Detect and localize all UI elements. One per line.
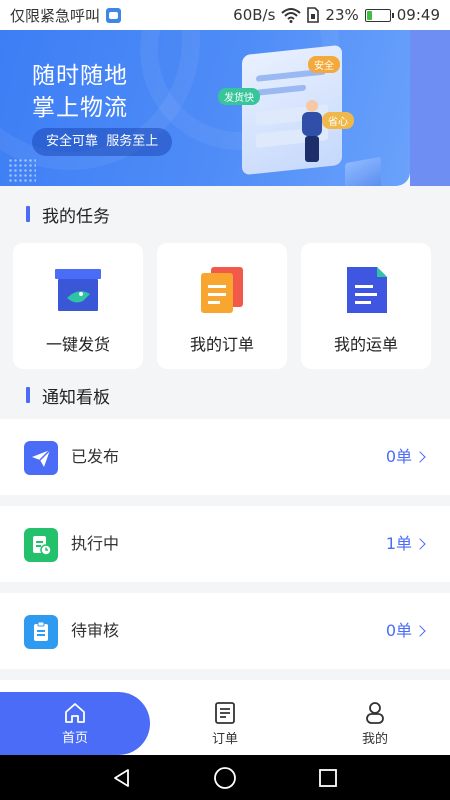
tab-mine[interactable]: 我的 (300, 692, 450, 755)
banner-title-line2: 掌上物流 (32, 95, 128, 121)
waybill-document-icon (347, 267, 387, 313)
notice-label: 已发布 (71, 447, 120, 466)
promo-banner[interactable]: 随时随地 掌上物流 安全可靠 服务至上 发货快 安全 省心 (0, 30, 410, 186)
task-label: 我的订单 (189, 335, 254, 354)
notice-count: 0单 (385, 419, 426, 495)
tab-label: 首页 (61, 730, 88, 746)
notice-row-pending-review[interactable]: 待审核 0单 (0, 593, 450, 669)
cube-illustration (345, 156, 381, 186)
carrier-status-text: 仅限紧急呼叫 (10, 6, 101, 25)
my-tasks-header: 我的任务 (26, 202, 110, 227)
section-marker (26, 387, 30, 403)
system-navigation-bar (0, 755, 450, 800)
task-label: 一键发货 (45, 335, 110, 354)
back-icon[interactable] (111, 767, 133, 789)
battery-icon (364, 8, 394, 22)
battery-level (366, 10, 372, 20)
paper-plane-icon (24, 441, 58, 475)
task-label: 我的运单 (333, 335, 398, 354)
count-value: 0单 (385, 447, 412, 466)
home-icon (65, 702, 85, 723)
battery-percent: 23% (325, 6, 359, 24)
section-marker (26, 206, 30, 222)
tab-label: 订单 (211, 731, 238, 747)
banner-title-line1: 随时随地 (32, 63, 128, 89)
order-documents-icon (201, 267, 243, 313)
notice-board-header: 通知看板 (26, 383, 110, 408)
illustration-tag-safe: 安全 (308, 56, 340, 73)
home-circle-icon[interactable] (213, 766, 237, 790)
clipboard-icon (24, 615, 58, 649)
notice-row-published[interactable]: 已发布 0单 (0, 419, 450, 495)
banner-side-strip (410, 30, 450, 186)
notice-row-partial (0, 680, 450, 692)
notice-label: 待审核 (71, 621, 120, 640)
task-my-orders[interactable]: 我的订单 (157, 243, 287, 369)
tab-orders[interactable]: 订单 (150, 692, 300, 755)
recent-apps-icon[interactable] (317, 767, 339, 789)
sim-card-icon (307, 7, 320, 23)
gallery-notification-icon (106, 7, 122, 23)
illustration-tag-worry-free: 省心 (322, 112, 354, 129)
profile-icon (366, 701, 384, 724)
wifi-icon (281, 8, 302, 23)
banner-slogan: 安全可靠 服务至上 (32, 128, 173, 156)
chevron-right-icon (414, 625, 426, 637)
tab-home[interactable]: 首页 (0, 692, 150, 755)
document-in-progress-icon (24, 528, 58, 562)
section-title: 通知看板 (42, 387, 110, 408)
shipping-box-icon (55, 269, 101, 311)
status-right: 60B/s 23% 09:49 (233, 6, 440, 24)
task-my-waybills[interactable]: 我的运单 (301, 243, 431, 369)
task-one-click-ship[interactable]: 一键发货 (13, 243, 143, 369)
network-speed: 60B/s (233, 6, 276, 24)
notice-count: 1单 (385, 506, 426, 582)
section-title: 我的任务 (42, 206, 110, 227)
person-illustration (298, 100, 326, 164)
notice-row-in-progress[interactable]: 执行中 1单 (0, 506, 450, 582)
status-bar: 仅限紧急呼叫 60B/s 23% 09:49 (0, 0, 450, 30)
count-value: 1单 (385, 534, 412, 553)
chevron-right-icon (414, 538, 426, 550)
illustration-tag-fast: 发货快 (218, 88, 260, 105)
tab-label: 我的 (361, 731, 388, 747)
notice-label: 执行中 (71, 534, 120, 553)
dot-pattern (8, 158, 36, 182)
count-value: 0单 (385, 621, 412, 640)
bottom-tab-bar: 首页 订单 我的 (0, 692, 450, 755)
notice-count: 0单 (385, 593, 426, 669)
chevron-right-icon (414, 451, 426, 463)
order-list-icon (215, 701, 235, 724)
banner-title: 随时随地 掌上物流 (32, 60, 128, 124)
clock: 09:49 (396, 6, 440, 24)
status-left: 仅限紧急呼叫 (10, 5, 122, 26)
